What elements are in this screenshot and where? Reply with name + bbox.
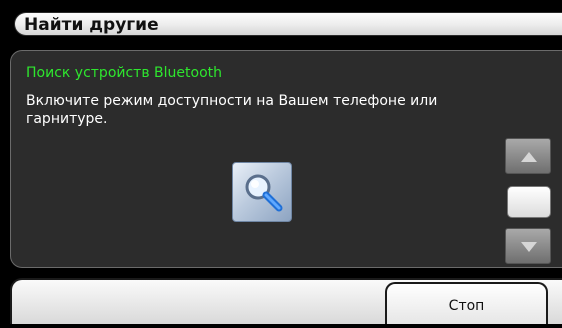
magnifier-icon [245, 174, 283, 212]
scroll-down-button[interactable] [505, 228, 551, 264]
arrow-up-icon [521, 152, 537, 162]
search-status: Поиск устройств Bluetooth [26, 65, 222, 81]
arrow-down-icon [521, 242, 537, 252]
page-title: Найти другие [24, 15, 159, 35]
scroll-thumb[interactable] [507, 186, 551, 218]
search-message: Включите режим доступности на Вашем теле… [26, 93, 438, 127]
scroll-up-button[interactable] [505, 138, 551, 174]
stop-button[interactable]: Стоп [385, 282, 548, 324]
search-panel [10, 50, 562, 268]
search-animation-tile [232, 162, 292, 222]
